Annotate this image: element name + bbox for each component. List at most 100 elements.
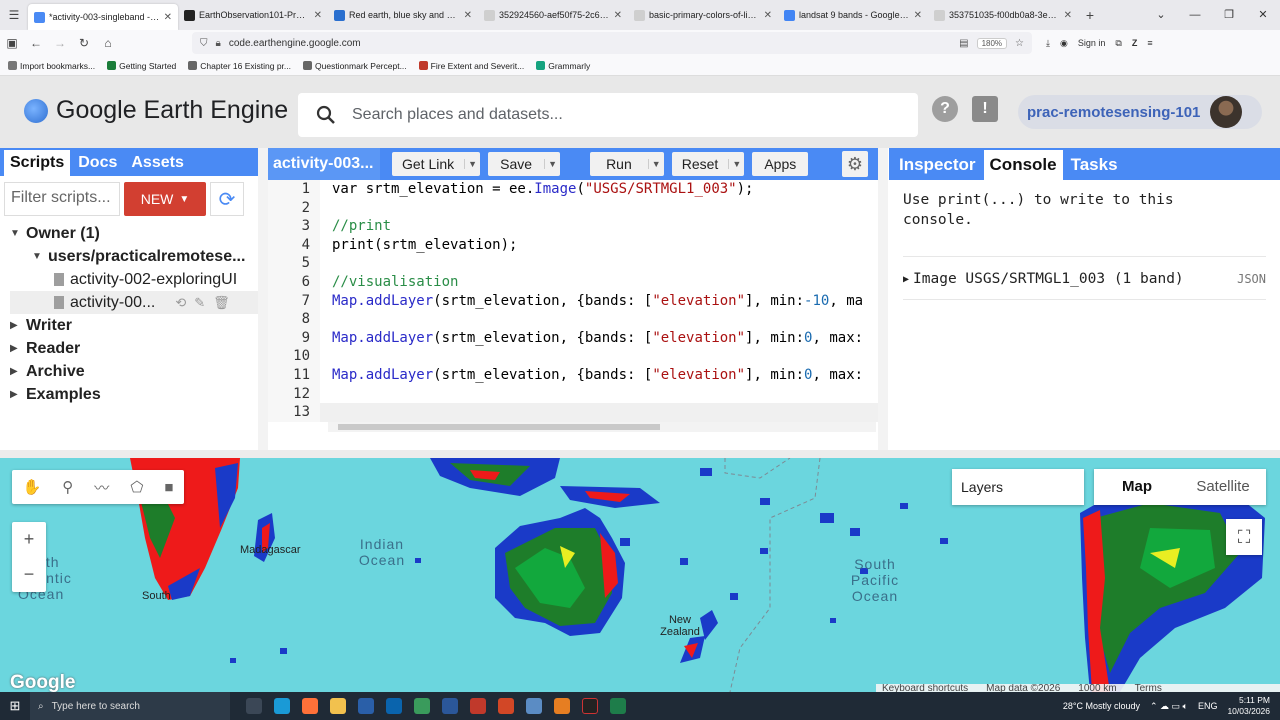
avatar[interactable] (1210, 96, 1243, 128)
file-explorer-icon[interactable] (330, 698, 346, 714)
url-bar[interactable]: ⛉ 🔒︎ code.earthengine.google.com ▤ 180% … (192, 32, 1032, 54)
reset-button[interactable]: Reset ▼ (671, 152, 745, 176)
expand-arrow-icon[interactable]: ▶ (903, 274, 909, 285)
zoom-in-button[interactable]: + (24, 529, 35, 550)
powershell-icon[interactable] (358, 698, 374, 714)
polygon-tool-icon[interactable]: ⬠ (130, 478, 143, 496)
tray-icons[interactable]: ⌃ ☁ ▭ 🔈︎ (1150, 701, 1188, 712)
code-line[interactable]: 7 Map.addLayer(srtm_elevation, {bands: ["… (268, 291, 878, 311)
windows-start-icon[interactable]: ⊞ (0, 698, 30, 714)
code-line[interactable]: 2 (268, 198, 878, 218)
bookmark-item[interactable]: Grammarly (536, 61, 590, 71)
sidebar-toggle-icon[interactable]: ▣ (0, 36, 24, 50)
tree-group-reader[interactable]: ▶ Reader (10, 337, 258, 360)
gee-logo[interactable]: Google Earth Engine (24, 96, 288, 125)
code-line[interactable]: 3 //print (268, 217, 878, 236)
bookmark-item[interactable]: Getting Started (107, 61, 176, 71)
tree-repo[interactable]: ▼ users/practicalremotese... (10, 245, 258, 268)
bookmark-star-icon[interactable]: ☆ (1015, 38, 1024, 49)
filter-scripts-input[interactable]: Filter scripts... (4, 182, 120, 216)
browser-tab[interactable]: Red earth, blue sky and green le ✕ (328, 0, 478, 30)
map-splitter[interactable] (0, 450, 1280, 458)
download-icon[interactable]: ⤓ (1046, 38, 1050, 49)
tree-group-writer[interactable]: ▶ Writer (10, 314, 258, 337)
zotero-icon[interactable]: Z (1132, 38, 1138, 48)
map-view[interactable]: Indian Ocean South Pacific Ocean South A… (0, 458, 1280, 692)
clock[interactable]: 5:11 PM 10/03/2026 (1227, 695, 1270, 717)
close-tab-icon[interactable]: ✕ (914, 10, 922, 21)
tab-docs[interactable]: Docs (72, 150, 123, 176)
attribution-item[interactable]: Terms (1135, 684, 1162, 692)
script-title[interactable]: activity-003... (268, 148, 380, 180)
code-line[interactable]: 4 print(srtm_elevation); (268, 235, 878, 255)
map-type-satellite-button[interactable]: Satellite (1180, 469, 1266, 505)
tab-inspector[interactable]: Inspector (893, 150, 982, 180)
script-file-active[interactable]: activity-00... ⟲ ✎ 🗑︎ (10, 291, 258, 314)
save-button[interactable]: Save ▼ (488, 152, 561, 176)
zotero-app-icon[interactable] (470, 698, 486, 714)
script-file[interactable]: activity-002-exploringUI (10, 268, 258, 291)
tab-console[interactable]: Console (983, 150, 1063, 180)
feedback-icon[interactable]: ! (972, 96, 998, 122)
marker-icon[interactable]: ⚲ (62, 478, 73, 496)
bookmark-item[interactable]: Chapter 16 Existing pr... (188, 61, 291, 71)
excel-icon[interactable] (610, 698, 626, 714)
console-entry[interactable]: ▶ Image USGS/SRTMGL1_003 (1 band) JSON (903, 256, 1266, 300)
tab-list-icon[interactable]: ☰ (0, 8, 28, 22)
code-line[interactable]: 13 (268, 403, 878, 422)
code-line[interactable]: 9 Map.addLayer(srtm_elevation, {bands: ["… (268, 328, 878, 348)
browser-tab[interactable]: basic-primary-colors-of-light-color ✕ (628, 0, 778, 30)
browser-tab[interactable]: *activity-003-singleband - Earth ✕ (28, 4, 178, 30)
globe-app-icon[interactable] (414, 698, 430, 714)
gear-icon[interactable]: ⚙ (842, 151, 868, 177)
fullscreen-icon[interactable]: ⛶ (1226, 519, 1262, 555)
zoom-out-button[interactable]: − (24, 564, 35, 585)
taskbar-search[interactable]: ⌕ Type here to search (30, 692, 230, 720)
rectangle-tool-icon[interactable]: ■ (164, 479, 173, 496)
browser-tab[interactable]: 352924560-aef50f75-2c68-44b ✕ (478, 0, 628, 30)
close-tab-icon[interactable]: ✕ (314, 10, 322, 21)
left-splitter[interactable] (258, 148, 268, 450)
forward-icon[interactable]: → (48, 36, 72, 50)
apps-button[interactable]: Apps (752, 152, 809, 176)
bookmark-item[interactable]: Fire Extent and Severit... (418, 61, 524, 71)
run-button[interactable]: Run ▼ (590, 152, 664, 176)
close-tab-icon[interactable]: ✕ (764, 10, 772, 21)
code-line[interactable]: 1 var srtm_elevation = ee.Image("USGS/SRT… (268, 180, 878, 199)
word-icon[interactable] (442, 698, 458, 714)
firefox-icon[interactable] (302, 698, 318, 714)
code-line[interactable]: 5 (268, 254, 878, 273)
edge-icon[interactable] (274, 698, 290, 714)
close-tab-icon[interactable]: ✕ (614, 10, 622, 21)
zoom-level[interactable]: 180% (976, 37, 1008, 49)
app-icon[interactable] (554, 698, 570, 714)
search-bar[interactable]: Search places and datasets... (298, 93, 918, 137)
code-editor[interactable]: 1 var srtm_elevation = ee.Image("USGS/SRT… (268, 180, 878, 432)
search-input[interactable]: Search places and datasets... (352, 106, 563, 124)
home-icon[interactable]: ⌂ (96, 36, 120, 50)
right-splitter[interactable] (878, 148, 888, 450)
horizontal-scrollbar[interactable] (328, 422, 876, 432)
bookmark-item[interactable]: Import bookmarks... (8, 61, 95, 71)
layers-button[interactable]: Layers (952, 469, 1084, 505)
browser-tab[interactable]: landsat 9 bands - Google Searc ✕ (778, 0, 928, 30)
tree-group-archive[interactable]: ▶ Archive (10, 360, 258, 383)
close-window-button[interactable]: ✕ (1246, 0, 1280, 30)
close-tab-icon[interactable]: ✕ (464, 10, 472, 21)
reload-icon[interactable]: ↻ (72, 36, 96, 50)
line-tool-icon[interactable]: 〰 (94, 477, 109, 498)
account-icon[interactable]: ◉ (1060, 38, 1068, 49)
sign-in-link[interactable]: Sign in (1078, 38, 1106, 48)
code-line[interactable]: 8 (268, 310, 878, 329)
task-view-icon[interactable] (246, 698, 262, 714)
project-selector[interactable]: prac-remotesensing-101 (1018, 95, 1262, 129)
new-tab-button[interactable]: + (1078, 7, 1102, 23)
code-line[interactable]: 12 (268, 384, 878, 404)
code-line[interactable]: 10 (268, 347, 878, 366)
tab-assets[interactable]: Assets (125, 150, 189, 176)
code-line[interactable]: 11 Map.addLayer(srtm_elevation, {bands: [… (268, 365, 878, 385)
new-button[interactable]: NEW ▼ (124, 182, 206, 216)
caret-down-icon[interactable]: ▼ (728, 159, 744, 169)
refresh-icon[interactable]: ⟳ (210, 182, 244, 216)
browser-tab[interactable]: 353751035-f00db0a8-3e00-40 ✕ (928, 0, 1078, 30)
